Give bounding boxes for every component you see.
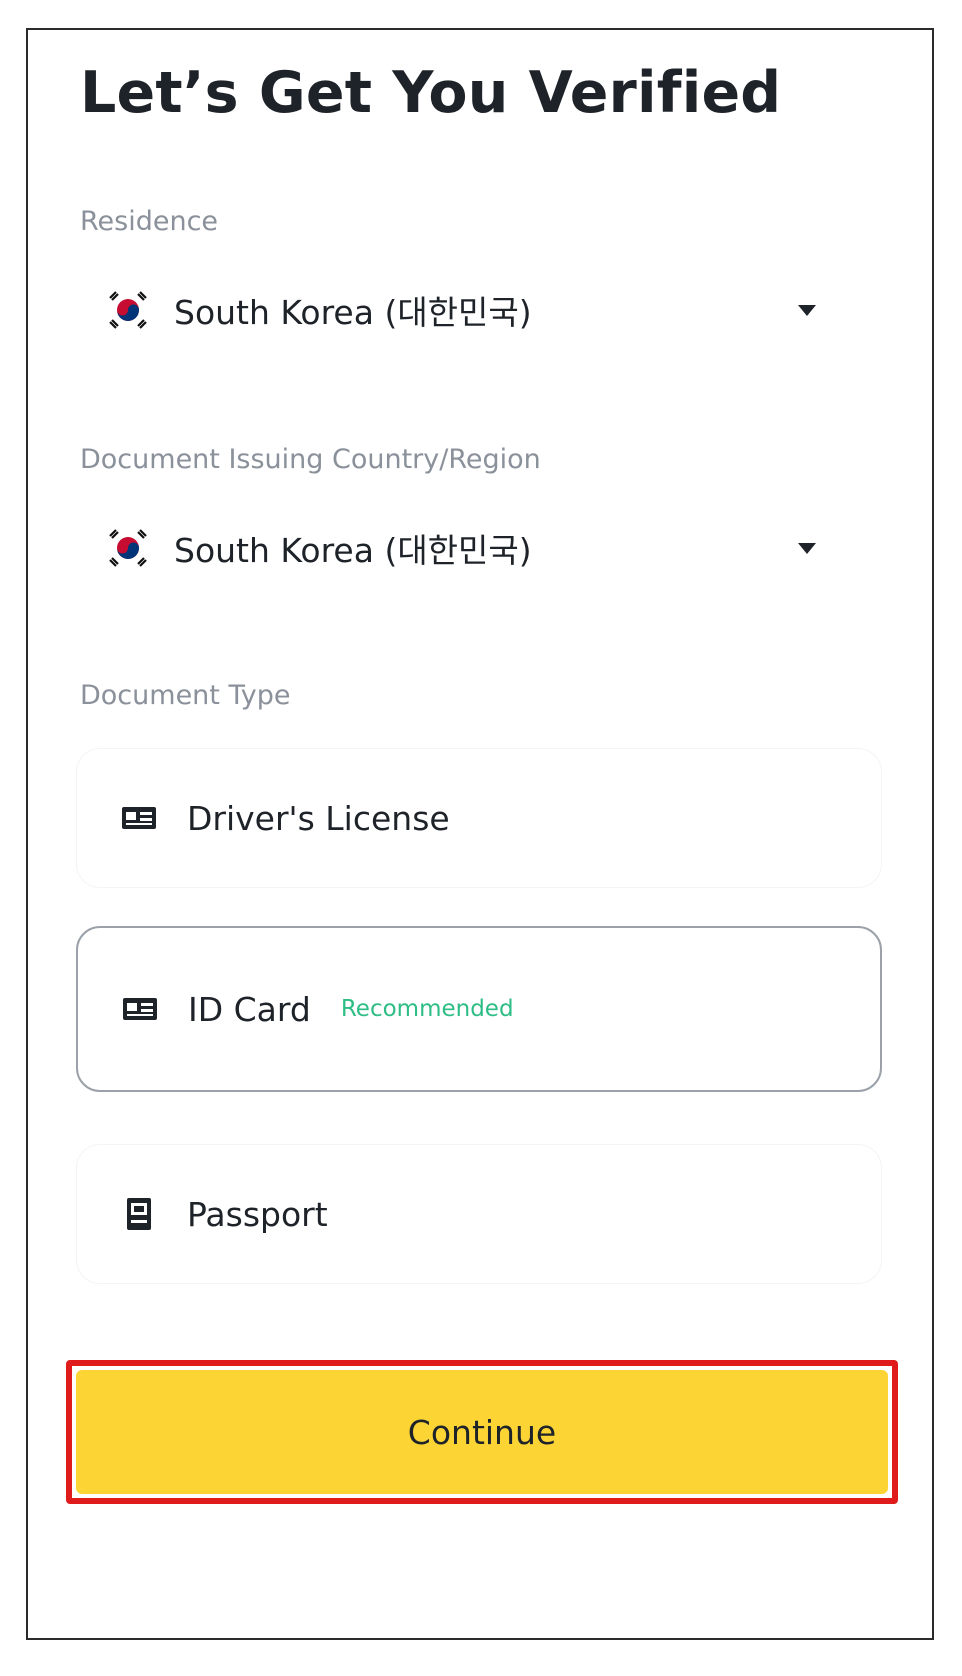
option-label: ID Card: [188, 989, 311, 1029]
document-type-label: Document Type: [80, 680, 291, 711]
option-label: Driver's License: [187, 798, 450, 838]
chevron-down-icon: [798, 542, 816, 554]
id-card-icon: [121, 800, 157, 836]
option-label: Passport: [187, 1194, 328, 1234]
residence-value: South Korea (대한민국): [174, 293, 532, 332]
document-option-passport[interactable]: Passport: [76, 1144, 882, 1284]
continue-button[interactable]: Continue: [76, 1370, 888, 1494]
residence-select[interactable]: South Korea (대한민국): [80, 268, 860, 352]
issuing-country-value: South Korea (대한민국): [174, 531, 532, 570]
page-title: Let’s Get You Verified: [80, 60, 782, 126]
south-korea-flag-icon: [108, 290, 148, 330]
residence-label: Residence: [80, 206, 219, 237]
issuing-country-label: Document Issuing Country/Region: [80, 444, 541, 475]
continue-highlight: Continue: [66, 1360, 898, 1504]
passport-icon: [121, 1196, 157, 1232]
chevron-down-icon: [798, 304, 816, 316]
document-option-id-card[interactable]: ID Card Recommended: [76, 926, 882, 1092]
document-option-drivers-license[interactable]: Driver's License: [76, 748, 882, 888]
issuing-country-select[interactable]: South Korea (대한민국): [80, 506, 860, 590]
verification-panel: Let’s Get You Verified Residence South K…: [26, 28, 934, 1640]
id-card-icon: [122, 991, 158, 1027]
recommended-badge: Recommended: [340, 996, 514, 1022]
south-korea-flag-icon: [108, 528, 148, 568]
